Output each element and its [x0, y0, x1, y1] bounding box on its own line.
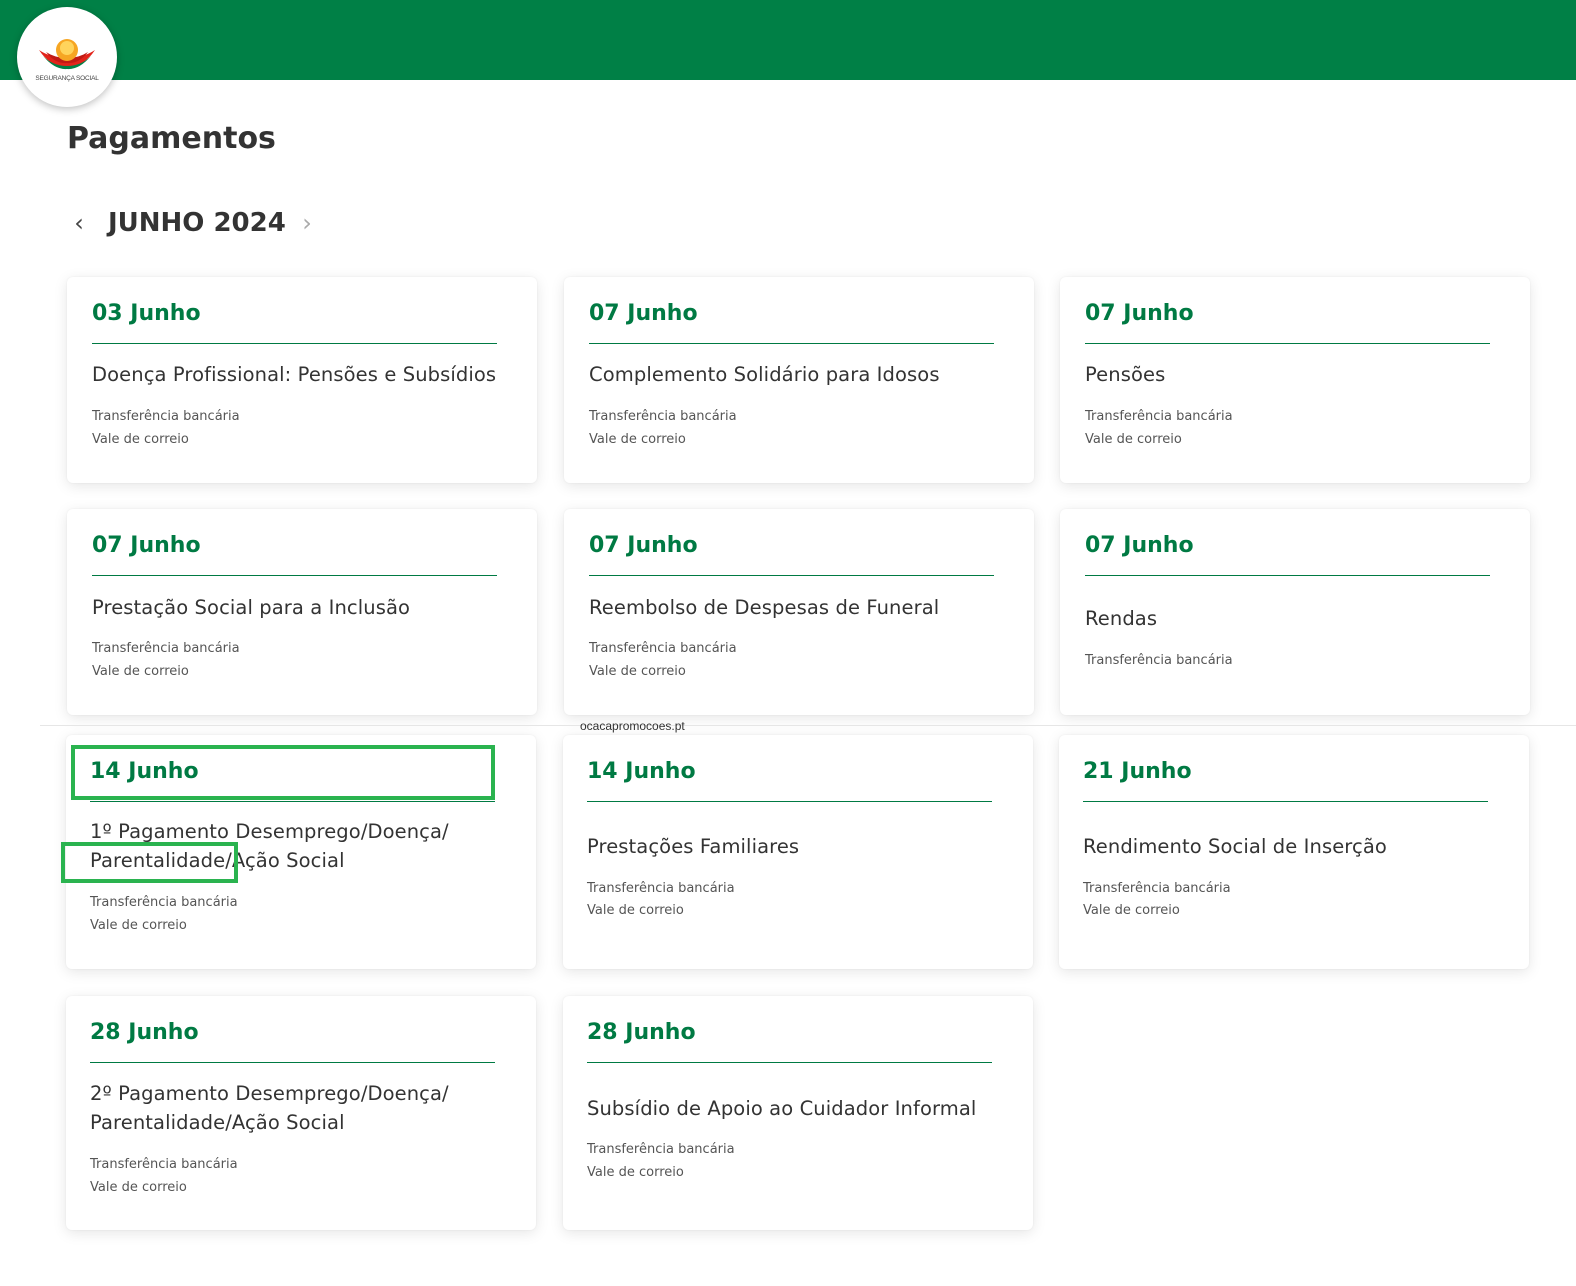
payment-method: Transferência bancária	[90, 895, 238, 910]
card-title: Subsídio de Apoio ao Cuidador Informal	[587, 1097, 977, 1120]
card-title: Rendas	[1085, 607, 1158, 630]
payment-card[interactable]: 07 Junho Reembolso de Despesas de Funera…	[564, 509, 1034, 715]
payment-method: Transferência bancária	[587, 1142, 735, 1157]
card-title-line: 1º Pagamento Desemprego/Doença/	[90, 820, 449, 843]
payment-method: Vale de correio	[92, 664, 189, 679]
card-divider	[1083, 801, 1488, 802]
payment-card[interactable]: 28 Junho Subsídio de Apoio ao Cuidador I…	[563, 996, 1033, 1230]
card-date: 28 Junho	[90, 1020, 199, 1045]
top-bar	[0, 0, 1576, 80]
payment-card[interactable]: 07 Junho Pensões Transferência bancária …	[1060, 277, 1530, 483]
card-title: Rendimento Social de Inserção	[1083, 835, 1387, 858]
card-title-line: Parentalidade/Ação Social	[90, 849, 345, 872]
card-divider	[90, 1062, 495, 1063]
payment-method: Vale de correio	[1083, 903, 1180, 918]
payment-method: Transferência bancária	[92, 641, 240, 656]
payment-card[interactable]: 07 Junho Prestação Social para a Inclusã…	[67, 509, 537, 715]
payment-card[interactable]: 14 Junho 1º Pagamento Desemprego/Doença/…	[66, 735, 536, 969]
payment-method: Vale de correio	[92, 432, 189, 447]
card-date: 07 Junho	[589, 533, 698, 558]
payment-method: Vale de correio	[589, 432, 686, 447]
payment-method: Vale de correio	[1085, 432, 1182, 447]
logo-text: SEGURANÇA SOCIAL	[35, 75, 99, 82]
payment-method: Vale de correio	[90, 1180, 187, 1195]
card-title: Prestações Familiares	[587, 835, 800, 858]
month-navigator: ‹ JUNHO 2024 ›	[66, 203, 366, 243]
divider-line	[40, 725, 1576, 726]
payment-method: Transferência bancária	[587, 881, 735, 896]
card-date: 07 Junho	[589, 301, 698, 326]
card-title: Prestação Social para a Inclusão	[92, 596, 411, 619]
seguranca-social-logo[interactable]: SEGURANÇA SOCIAL	[17, 7, 117, 107]
payment-method: Transferência bancária	[589, 641, 737, 656]
payment-card[interactable]: 03 Junho Doença Profissional: Pensões e …	[67, 277, 537, 483]
card-title-line: 2º Pagamento Desemprego/Doença/	[90, 1082, 449, 1105]
card-date: 21 Junho	[1083, 759, 1192, 784]
payment-card[interactable]: 07 Junho Rendas Transferência bancária	[1060, 509, 1530, 715]
card-date: 07 Junho	[92, 533, 201, 558]
payment-method: Transferência bancária	[589, 409, 737, 424]
card-divider	[92, 343, 497, 344]
card-date: 07 Junho	[1085, 533, 1194, 558]
card-title: Pensões	[1085, 363, 1166, 386]
payment-card[interactable]: 21 Junho Rendimento Social de Inserção T…	[1059, 735, 1529, 969]
payment-card[interactable]: 28 Junho 2º Pagamento Desemprego/Doença/…	[66, 996, 536, 1230]
card-divider	[587, 1062, 992, 1063]
card-divider	[1085, 343, 1490, 344]
payment-card[interactable]: 14 Junho Prestações Familiares Transferê…	[563, 735, 1033, 969]
chevron-left-icon[interactable]: ‹	[66, 203, 92, 243]
payment-method: Vale de correio	[587, 903, 684, 918]
payment-method: Vale de correio	[589, 664, 686, 679]
payment-card[interactable]: 07 Junho Complemento Solidário para Idos…	[564, 277, 1034, 483]
month-label: JUNHO 2024	[108, 208, 286, 238]
chevron-right-icon[interactable]: ›	[294, 203, 320, 243]
card-divider	[589, 575, 994, 576]
page-title: Pagamentos	[67, 121, 276, 156]
payment-method: Vale de correio	[90, 918, 187, 933]
card-title: 2º Pagamento Desemprego/Doença/ Parental…	[90, 1079, 520, 1137]
card-divider	[1085, 575, 1490, 576]
card-date: 28 Junho	[587, 1020, 696, 1045]
card-title: Complemento Solidário para Idosos	[589, 363, 940, 386]
payment-method: Transferência bancária	[90, 1157, 238, 1172]
logo-emblem-icon	[39, 39, 95, 70]
card-divider	[589, 343, 994, 344]
card-date: 14 Junho	[587, 759, 696, 784]
card-title: Doença Profissional: Pensões e Subsídios	[92, 363, 497, 386]
card-date: 07 Junho	[1085, 301, 1194, 326]
payment-method: Transferência bancária	[1083, 881, 1231, 896]
payment-method: Transferência bancária	[92, 409, 240, 424]
card-date: 14 Junho	[90, 759, 199, 784]
card-title: Reembolso de Despesas de Funeral	[589, 596, 940, 619]
card-date: 03 Junho	[92, 301, 201, 326]
watermark: ocacapromocoes.pt	[580, 719, 685, 733]
card-title: 1º Pagamento Desemprego/Doença/ Parental…	[90, 817, 520, 875]
payment-method: Transferência bancária	[1085, 653, 1233, 668]
payment-method: Vale de correio	[587, 1165, 684, 1180]
card-divider	[92, 575, 497, 576]
card-title-line: Parentalidade/Ação Social	[90, 1111, 345, 1134]
card-divider	[587, 801, 992, 802]
payment-method: Transferência bancária	[1085, 409, 1233, 424]
card-divider	[90, 801, 495, 802]
